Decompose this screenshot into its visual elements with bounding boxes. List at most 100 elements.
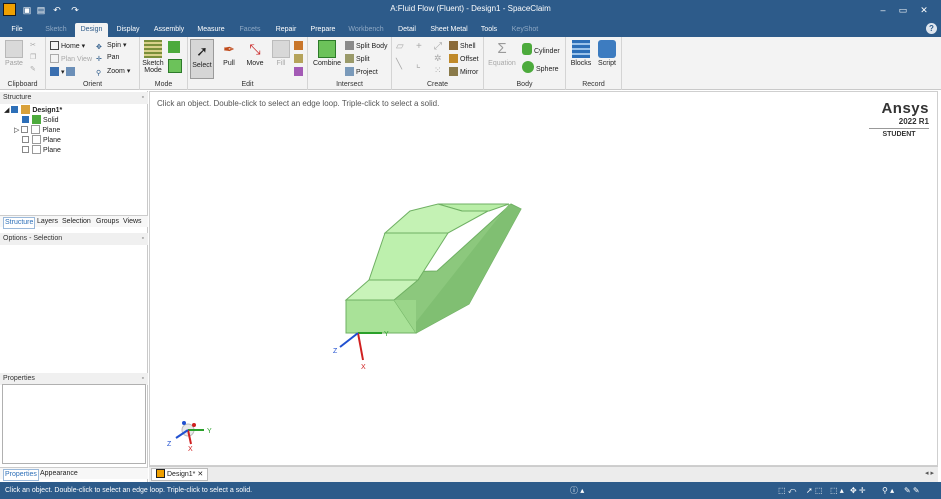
move-button[interactable]: ⤡ Move <box>243 40 267 67</box>
spin-button[interactable]: ✥ Spin ▾ <box>96 41 126 52</box>
edit-tool-1-icon[interactable] <box>294 41 305 50</box>
copy-icon[interactable]: ❐ <box>30 53 36 61</box>
ribbon: Paste ✂ ❐ ✎ Clipboard Home ▾ Plan View ▾… <box>0 37 941 90</box>
format-painter-icon[interactable]: ✎ <box>30 65 36 73</box>
paste-button[interactable]: Paste <box>3 40 25 67</box>
tab-layers[interactable]: Layers <box>37 217 58 227</box>
help-icon[interactable]: ? <box>926 23 937 34</box>
axis-icon[interactable]: ⤢ <box>434 41 442 52</box>
tab-prepare[interactable]: Prepare <box>306 23 340 37</box>
tab-tools[interactable]: Tools <box>476 23 502 37</box>
view-cube-button[interactable]: ▾ <box>50 67 77 76</box>
zoom-button[interactable]: ⚲ Zoom ▾ <box>96 67 130 78</box>
section-mode-button[interactable] <box>168 41 182 53</box>
tab-views[interactable]: Views <box>123 217 142 227</box>
visibility-checkbox[interactable] <box>21 126 29 133</box>
script-button[interactable]: Script <box>594 40 620 67</box>
combine-button[interactable]: Combine <box>312 40 342 67</box>
project-button[interactable]: Project <box>345 67 378 76</box>
minimize-button[interactable]: – <box>874 2 892 18</box>
shell-button[interactable]: Shell <box>449 41 476 50</box>
tab-selection[interactable]: Selection <box>62 217 91 227</box>
edit-tool-3-icon[interactable] <box>294 67 305 76</box>
cut-icon[interactable]: ✂ <box>30 41 36 49</box>
project-icon <box>345 67 354 76</box>
tree-item-label: Design1* <box>32 107 63 114</box>
document-tab-design1[interactable]: Design1* ✕ <box>151 468 209 481</box>
tab-appearance[interactable]: Appearance <box>40 469 78 479</box>
split-body-button[interactable]: Split Body <box>345 41 388 50</box>
tab-design[interactable]: Design <box>75 23 108 37</box>
point-icon[interactable]: ✲ <box>434 53 442 64</box>
tree-item-design1[interactable]: ◢ Design1* <box>4 105 62 115</box>
tab-detail[interactable]: Detail <box>393 23 421 37</box>
tab-scroll-arrows[interactable]: ◂ ▸ <box>925 469 934 477</box>
tree-item-plane-3[interactable]: Plane <box>22 145 61 155</box>
tab-sketch[interactable]: Sketch <box>40 23 72 37</box>
visibility-checkbox[interactable] <box>22 146 29 153</box>
visibility-checkbox[interactable] <box>22 136 29 143</box>
close-button[interactable]: ✕ <box>915 2 933 18</box>
home-button[interactable]: Home ▾ <box>50 41 85 50</box>
sketch-mode-label: Sketch Mode <box>142 60 164 74</box>
info-icon[interactable]: ⓘ ▴ <box>570 482 584 499</box>
equation-label: Equation <box>488 60 516 67</box>
close-tab-icon[interactable]: ✕ <box>197 471 203 478</box>
tab-file[interactable]: File <box>4 23 30 37</box>
split-button[interactable]: Split <box>345 54 370 63</box>
tab-properties[interactable]: Properties <box>3 469 39 481</box>
select-mode-icon[interactable]: ➚ ⬚ <box>806 482 822 499</box>
line-icon[interactable]: ╲ <box>396 59 402 70</box>
pattern-icon[interactable]: ⁙ <box>434 65 442 76</box>
pin-icon[interactable]: ▫ <box>142 92 144 104</box>
selection-filter-icon[interactable]: ⬚ ⤺ <box>778 482 796 499</box>
tab-display[interactable]: Display <box>112 23 144 37</box>
clipboard-group-label: Clipboard <box>7 81 38 88</box>
mirror-button[interactable]: Mirror <box>449 67 478 76</box>
cylinder-button[interactable]: Cylinder <box>522 43 560 55</box>
tab-workbench[interactable]: Workbench <box>344 23 388 37</box>
spin-icon: ✥ <box>96 44 102 51</box>
car-solid[interactable] <box>344 203 522 334</box>
offset-button[interactable]: Offset <box>449 54 479 63</box>
pull-button[interactable]: ✒ Pull <box>218 40 240 67</box>
equation-button[interactable]: Σ Equation <box>486 40 518 67</box>
fill-button[interactable]: Fill <box>270 40 292 67</box>
pan-button[interactable]: ✛ Pan <box>96 54 119 64</box>
blocks-button[interactable]: Blocks <box>568 40 594 67</box>
plane-icon[interactable]: + <box>416 41 422 52</box>
tab-measure[interactable]: Measure <box>193 23 229 37</box>
display-style-icon[interactable]: ✎ ✎ <box>904 482 920 499</box>
maximize-button[interactable]: ▭ <box>894 2 912 18</box>
select-button[interactable]: ➚ Select <box>190 39 214 79</box>
sketch-mode-button[interactable]: Sketch Mode <box>142 40 164 74</box>
spin-status-icon[interactable]: ✥ ✛ <box>850 482 866 499</box>
visibility-checkbox[interactable] <box>22 116 29 123</box>
tree-item-plane-2[interactable]: Plane <box>22 135 61 145</box>
edit-tool-2-icon[interactable] <box>294 54 305 63</box>
left-pane: Structure ▫ ◢ Design1* Solid ▷ Plane Pla… <box>0 91 148 482</box>
tab-structure[interactable]: Structure <box>3 217 36 229</box>
plan-view-button[interactable]: Plan View <box>50 54 92 63</box>
3d-mode-button[interactable] <box>168 59 184 73</box>
3d-viewport[interactable]: Click an object. Double-click to select … <box>149 91 938 466</box>
cylinder-label: Cylinder <box>534 48 560 55</box>
tab-repair[interactable]: Repair <box>270 23 302 37</box>
tab-facets[interactable]: Facets <box>234 23 266 37</box>
pin-icon[interactable]: ▫ <box>142 233 144 245</box>
plan-view-icon <box>50 54 59 63</box>
visibility-checkbox[interactable] <box>11 106 19 113</box>
tab-sheet-metal[interactable]: Sheet Metal <box>426 23 472 37</box>
tree-item-solid[interactable]: Solid <box>22 115 59 125</box>
origin-icon[interactable]: ⌞ <box>416 59 421 70</box>
x-axis-label: X <box>361 364 366 371</box>
edit-group-label: Edit <box>241 81 254 88</box>
tab-groups[interactable]: Groups <box>96 217 119 227</box>
tab-assembly[interactable]: Assembly <box>150 23 188 37</box>
sphere-button[interactable]: Sphere <box>522 61 559 73</box>
box-select-icon[interactable]: ⬚ ▴ <box>830 482 844 499</box>
rectangle-icon[interactable]: ▱ <box>396 41 404 52</box>
tab-keyshot[interactable]: KeyShot <box>507 23 543 37</box>
tree-item-plane-1[interactable]: ▷ Plane <box>14 125 60 135</box>
zoom-status-icon[interactable]: ⚲ ▴ <box>882 482 894 499</box>
